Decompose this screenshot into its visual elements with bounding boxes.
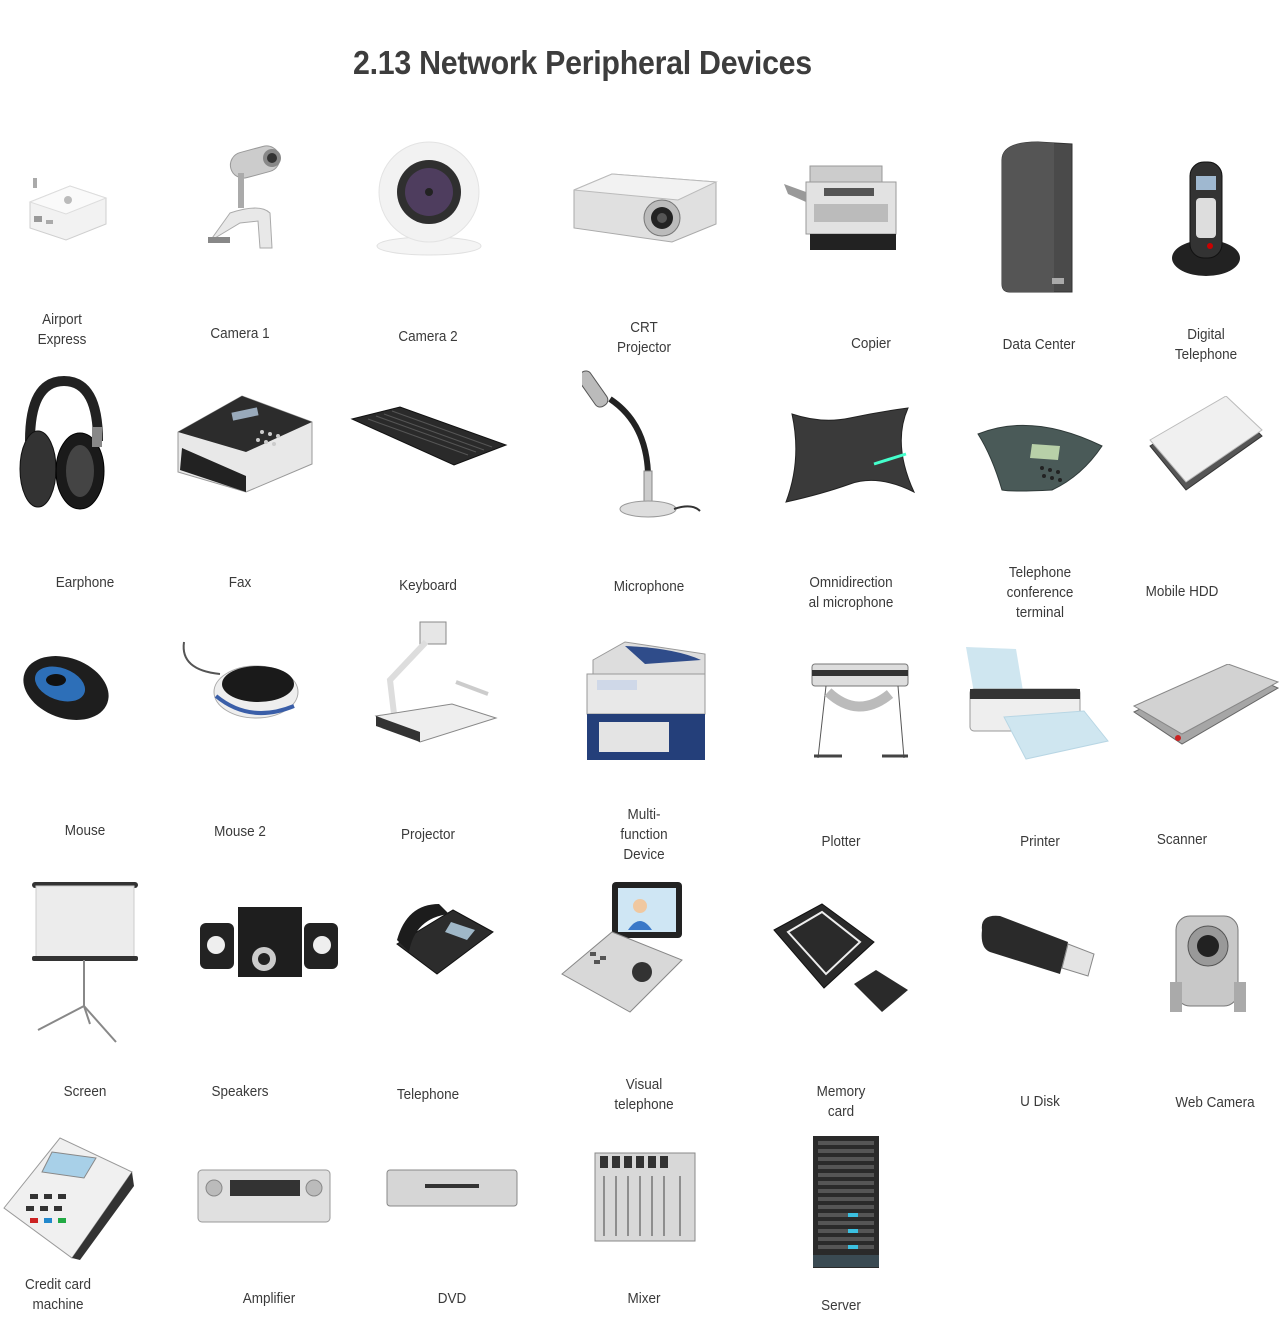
camera-1-icon xyxy=(200,143,290,253)
memory-card-icon xyxy=(772,902,910,1014)
page-title: 2.13 Network Peripheral Devices xyxy=(353,44,812,81)
conference-phone-icon xyxy=(972,416,1108,494)
device-label: Copier xyxy=(851,336,891,352)
plotter-icon xyxy=(808,660,912,762)
device-label: Telephone conference terminal xyxy=(1006,565,1074,621)
credit-card-machine-icon xyxy=(0,1134,136,1260)
device-label: Scanner xyxy=(1156,832,1208,848)
airport-express-icon xyxy=(20,172,108,244)
device-label: Speakers xyxy=(211,1084,269,1100)
device-label: Omnidirection al microphone xyxy=(808,575,894,611)
device-label: DVD xyxy=(437,1291,467,1307)
device-label: Fax xyxy=(228,575,252,591)
mouse-icon xyxy=(20,652,114,724)
device-label: Visual telephone xyxy=(614,1077,674,1113)
telephone-icon xyxy=(393,900,497,980)
device-label: Mixer xyxy=(627,1291,661,1307)
digital-telephone-icon xyxy=(1170,158,1244,278)
projection-screen-icon xyxy=(32,880,140,1046)
printer-icon xyxy=(964,645,1110,763)
multifunction-device-icon xyxy=(585,640,709,762)
device-label: U Disk xyxy=(1020,1094,1060,1110)
camera-2-icon xyxy=(373,140,485,258)
data-center-icon xyxy=(998,140,1078,296)
omnidirectional-microphone-icon xyxy=(782,404,918,504)
device-label: Camera 1 xyxy=(210,326,270,342)
device-label: Amplifier xyxy=(242,1291,296,1307)
device-label: Earphone xyxy=(55,575,115,591)
amplifier-icon xyxy=(196,1168,332,1224)
device-label: Data Center xyxy=(1002,337,1076,353)
crt-projector-icon xyxy=(572,168,718,244)
device-label: Airport Express xyxy=(37,312,87,348)
speakers-icon xyxy=(196,905,342,979)
device-label: Telephone xyxy=(396,1087,460,1103)
device-label: Mouse 2 xyxy=(214,824,266,840)
earphone-icon xyxy=(18,375,108,511)
mixer-icon xyxy=(594,1152,696,1242)
device-label: Microphone xyxy=(613,579,685,595)
server-rack-icon xyxy=(812,1135,880,1269)
device-label: Camera 2 xyxy=(398,329,458,345)
device-label: Memory card xyxy=(816,1084,866,1120)
usb-disk-icon xyxy=(976,912,1098,982)
device-label: Plotter xyxy=(821,834,861,850)
dvd-player-icon xyxy=(385,1168,519,1208)
document-projector-icon xyxy=(372,620,498,746)
device-label: Digital Telephone xyxy=(1174,327,1238,363)
mouse-2-icon xyxy=(180,640,300,724)
device-label: Projector xyxy=(401,827,455,843)
device-label: Screen xyxy=(63,1084,107,1100)
copier-icon xyxy=(784,162,900,254)
device-label: Mouse xyxy=(64,823,106,839)
device-label: Printer xyxy=(1020,834,1060,850)
keyboard-icon xyxy=(350,405,508,467)
microphone-icon xyxy=(582,363,702,523)
scanner-icon xyxy=(1132,664,1280,750)
device-label: Keyboard xyxy=(399,578,457,594)
device-label: Multi- function Device xyxy=(620,807,668,863)
device-label: Server xyxy=(821,1298,861,1314)
device-label: Credit card machine xyxy=(25,1277,91,1313)
device-label: Web Camera xyxy=(1175,1095,1255,1111)
fax-icon xyxy=(172,392,318,494)
web-camera-icon xyxy=(1166,912,1250,1020)
visual-telephone-icon xyxy=(560,880,686,1016)
device-label: CRT Projector xyxy=(617,320,671,356)
mobile-hdd-icon xyxy=(1146,396,1266,494)
device-label: Mobile HDD xyxy=(1145,584,1219,600)
